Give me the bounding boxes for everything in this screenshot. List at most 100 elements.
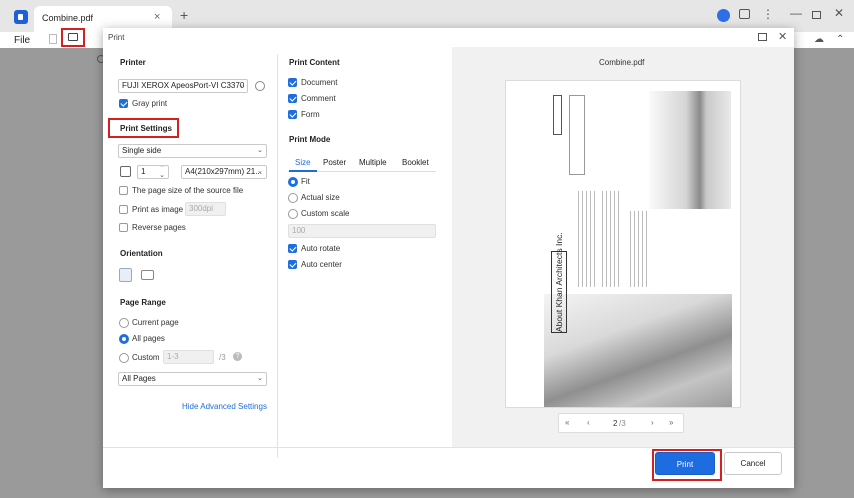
preview-filename: Combine.pdf xyxy=(599,58,645,67)
tab-poster[interactable]: Poster xyxy=(323,158,346,167)
custom-range-label: Custom xyxy=(132,353,160,362)
printer-select[interactable]: FUJI XEROX ApeosPort-VI C3370 ⌄ xyxy=(118,79,248,93)
landscape-icon[interactable] xyxy=(141,270,154,280)
printer-select-value: FUJI XEROX ApeosPort-VI C3370 xyxy=(122,81,245,90)
custom-range-placeholder: 1-3 xyxy=(167,352,179,361)
printer-properties-icon[interactable] xyxy=(255,81,265,91)
hide-advanced-settings-link[interactable]: Hide Advanced Settings xyxy=(182,402,267,411)
document-label: Document xyxy=(301,78,338,87)
help-icon[interactable]: ? xyxy=(233,352,242,361)
chevron-down-icon: ⌄ xyxy=(238,82,244,89)
page-range-heading: Page Range xyxy=(120,298,166,307)
building-photo-top xyxy=(649,91,731,209)
paper-size-select[interactable]: A4(210x297mm) 21... ⌄ xyxy=(181,165,267,179)
dialog-title: Print xyxy=(108,33,125,42)
auto-center-label: Auto center xyxy=(301,260,342,269)
print-dialog: Print ✕ Printer FUJI XEROX ApeosPort-VI … xyxy=(103,28,794,488)
preview-page: About Khan Architects Inc. xyxy=(505,80,741,408)
print-as-image-label: Print as image xyxy=(132,205,184,214)
printer-icon[interactable] xyxy=(68,33,78,41)
logo-block xyxy=(553,95,562,135)
print-preview-pane: Combine.pdf About Khan Architects Inc. «… xyxy=(452,47,794,447)
feedback-icon[interactable] xyxy=(739,9,750,19)
cloud-upload-icon[interactable]: ☁ xyxy=(814,34,824,45)
actual-size-radio[interactable] xyxy=(288,193,298,203)
footer-divider xyxy=(103,447,794,448)
file-menu[interactable]: File xyxy=(14,35,30,46)
gray-print-checkbox[interactable] xyxy=(119,99,128,108)
copies-value: 1 xyxy=(141,167,146,176)
comment-checkbox[interactable] xyxy=(288,94,297,103)
dpi-select[interactable]: 300dpi xyxy=(185,202,226,216)
body-text-block xyxy=(578,191,598,287)
page-subset-select[interactable]: All Pages ⌄ xyxy=(118,372,267,386)
body-text-block xyxy=(630,211,650,287)
collapse-toolbar-icon[interactable]: ⌃ xyxy=(836,34,844,45)
tab-booklet[interactable]: Booklet xyxy=(402,158,429,167)
cancel-button[interactable]: Cancel xyxy=(724,452,782,475)
sides-select[interactable]: Single side ⌄ xyxy=(118,144,267,158)
dialog-maximize-icon[interactable] xyxy=(758,33,767,41)
sides-select-value: Single side xyxy=(122,146,162,155)
current-page-label: Current page xyxy=(132,318,179,327)
total-pages: /3 xyxy=(619,419,626,428)
auto-rotate-label: Auto rotate xyxy=(301,244,341,253)
all-pages-radio[interactable] xyxy=(119,334,129,344)
active-tab-indicator xyxy=(289,170,317,172)
all-pages-label: All pages xyxy=(132,334,165,343)
comment-label: Comment xyxy=(301,94,336,103)
page-navigation: « ‹ 2 /3 › » xyxy=(558,413,684,433)
print-as-image-checkbox[interactable] xyxy=(119,205,128,214)
portrait-icon[interactable] xyxy=(119,268,132,282)
user-avatar-icon[interactable] xyxy=(717,9,730,22)
print-content-heading: Print Content xyxy=(289,58,340,67)
current-page-radio[interactable] xyxy=(119,318,129,328)
copies-stepper[interactable]: 1 ⌃ ⌄ xyxy=(137,165,169,179)
new-tab-icon[interactable]: + xyxy=(180,7,188,23)
next-page-icon[interactable]: › xyxy=(651,418,654,427)
current-page-number[interactable]: 2 xyxy=(613,419,617,428)
previous-page-icon[interactable]: ‹ xyxy=(587,418,590,427)
scale-value: 100 xyxy=(292,226,306,235)
chevron-down-icon: ⌄ xyxy=(257,147,263,154)
auto-center-checkbox[interactable] xyxy=(288,260,297,269)
column-divider xyxy=(277,54,278,458)
actual-size-label: Actual size xyxy=(301,193,340,202)
dialog-close-icon[interactable]: ✕ xyxy=(778,30,787,43)
tab-size[interactable]: Size xyxy=(295,158,311,167)
custom-range-input[interactable]: 1-3 xyxy=(163,350,214,364)
fit-label: Fit xyxy=(301,177,310,186)
chevron-down-icon: ⌄ xyxy=(257,168,263,175)
maximize-icon[interactable] xyxy=(812,11,821,19)
print-button[interactable]: Print xyxy=(655,452,715,475)
reverse-pages-checkbox[interactable] xyxy=(119,223,128,232)
contact-block xyxy=(569,95,585,175)
page-icon[interactable] xyxy=(49,34,57,44)
tab-close-icon[interactable]: × xyxy=(154,11,160,23)
building-photo-bottom xyxy=(544,294,732,407)
fit-radio[interactable] xyxy=(288,177,298,187)
stepper-arrows-icon[interactable]: ⌃ ⌄ xyxy=(159,166,165,178)
auto-rotate-checkbox[interactable] xyxy=(288,244,297,253)
form-checkbox[interactable] xyxy=(288,110,297,119)
page-size-source-checkbox[interactable] xyxy=(119,186,128,195)
app-logo-icon xyxy=(14,10,28,24)
custom-scale-label: Custom scale xyxy=(301,209,350,218)
last-page-icon[interactable]: » xyxy=(669,418,673,427)
chevron-down-icon: ⌄ xyxy=(257,375,263,382)
more-options-icon[interactable]: ⋮ xyxy=(762,7,774,21)
first-page-icon[interactable]: « xyxy=(565,418,569,427)
page-subset-value: All Pages xyxy=(122,374,156,383)
window-close-icon[interactable]: ✕ xyxy=(834,6,844,20)
minimize-icon[interactable]: — xyxy=(790,6,802,20)
custom-range-radio[interactable] xyxy=(119,353,129,363)
scale-select[interactable]: 100 xyxy=(288,224,436,238)
dpi-value: 300dpi xyxy=(189,204,214,213)
document-tab-title: Combine.pdf xyxy=(42,13,94,23)
orientation-heading: Orientation xyxy=(120,249,163,258)
reverse-pages-label: Reverse pages xyxy=(132,223,186,232)
custom-scale-radio[interactable] xyxy=(288,209,298,219)
document-checkbox[interactable] xyxy=(288,78,297,87)
form-label: Form xyxy=(301,110,320,119)
tab-multiple[interactable]: Multiple xyxy=(359,158,387,167)
